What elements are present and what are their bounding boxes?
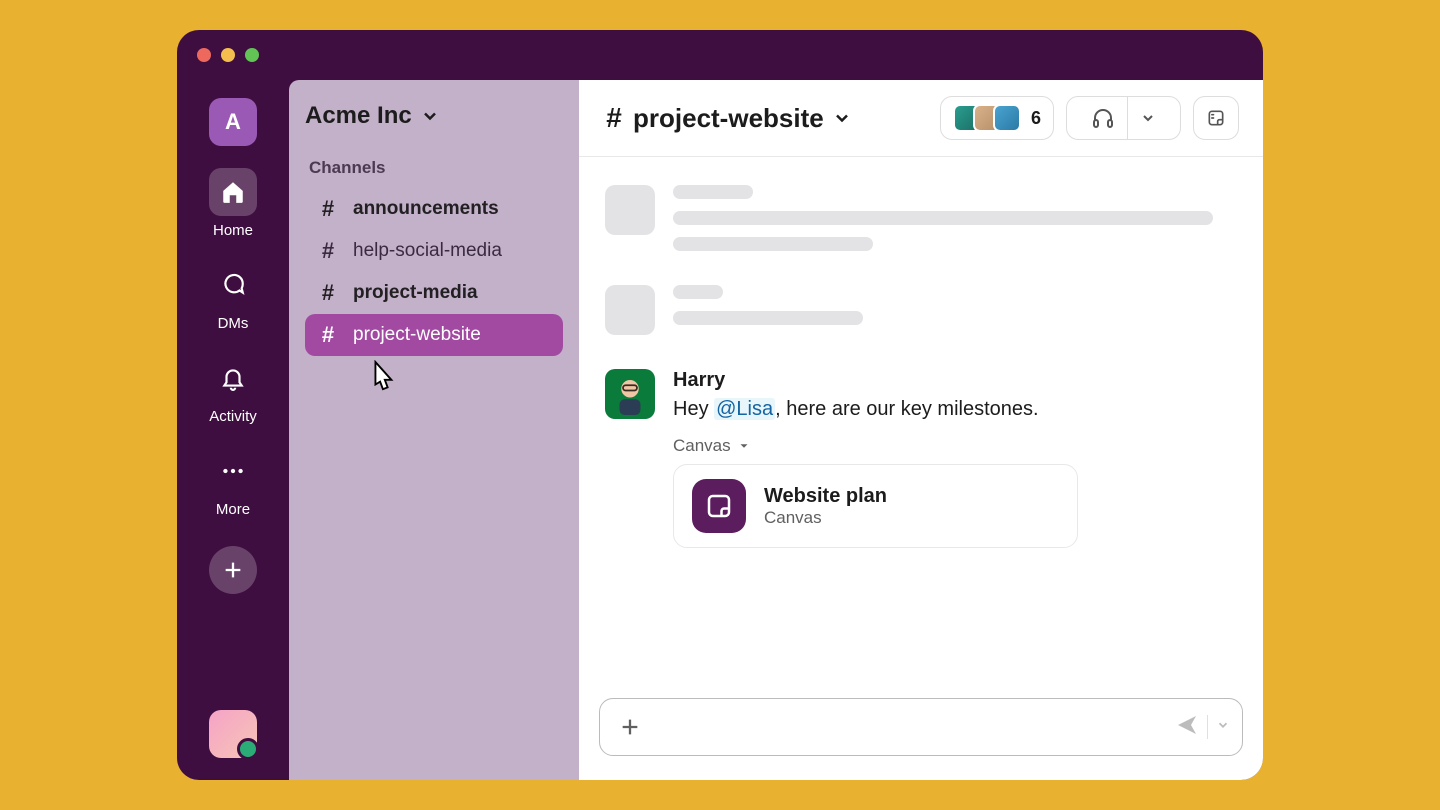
workspace-letter: A (225, 109, 241, 135)
message-text-suffix: , here are our key milestones. (775, 398, 1038, 420)
skeleton-line (673, 311, 863, 325)
plus-icon (619, 716, 641, 738)
minimize-window-button[interactable] (221, 48, 235, 62)
skeleton-line (673, 211, 1213, 225)
rail-label-home: Home (213, 222, 253, 239)
create-new-button[interactable] (209, 546, 257, 594)
channel-name: project-website (353, 324, 481, 346)
skeleton-line (673, 285, 723, 299)
message-text: Hey @Lisa, here are our key milestones. (673, 394, 1237, 424)
skeleton-line (673, 185, 753, 199)
canvas-attachment[interactable]: Website plan Canvas (673, 464, 1078, 548)
hash-icon: # (317, 196, 339, 222)
workspace-menu[interactable]: Acme Inc (305, 102, 563, 130)
chevron-down-icon (832, 108, 852, 128)
workspace-switcher[interactable]: A (209, 98, 257, 146)
composer-plus-button[interactable] (612, 709, 648, 745)
app-body: A Home DMs Activity (177, 80, 1263, 780)
skeleton-message (605, 285, 1237, 335)
maximize-window-button[interactable] (245, 48, 259, 62)
app-window: A Home DMs Activity (177, 30, 1263, 780)
skeleton-line (673, 237, 873, 251)
channel-header-name: project-website (633, 103, 824, 134)
message-text-prefix: Hey (673, 398, 714, 420)
member-avatars (953, 104, 1021, 132)
rail-item-home[interactable]: Home (209, 168, 257, 239)
cursor-icon (367, 360, 563, 399)
traffic-lights (197, 48, 259, 62)
close-window-button[interactable] (197, 48, 211, 62)
left-rail: A Home DMs Activity (177, 80, 289, 780)
separator (1207, 715, 1208, 739)
members-button[interactable]: 6 (940, 96, 1054, 140)
channel-sidebar: Acme Inc Channels # announcements # help… (289, 80, 579, 780)
rail-label-activity: Activity (209, 408, 257, 425)
message-list[interactable]: Harry Hey @Lisa, here are our key milest… (579, 157, 1263, 686)
send-icon (1175, 713, 1199, 737)
channel-project-media[interactable]: # project-media (305, 272, 563, 314)
canvas-icon (1206, 106, 1226, 130)
home-icon (209, 168, 257, 216)
rail-label-more: More (216, 501, 250, 518)
channel-help-social-media[interactable]: # help-social-media (305, 230, 563, 272)
channels-section-label: Channels (305, 158, 563, 178)
channel-project-website[interactable]: # project-website (305, 314, 563, 356)
chevron-down-icon (1216, 718, 1230, 732)
more-icon (209, 447, 257, 495)
headphones-icon (1079, 97, 1127, 139)
rail-item-dms[interactable]: DMs (209, 261, 257, 332)
member-avatar (993, 104, 1021, 132)
hash-icon: # (603, 102, 625, 134)
composer-area (579, 686, 1263, 780)
hash-icon: # (317, 322, 339, 348)
huddle-button[interactable] (1066, 96, 1181, 140)
user-avatar (209, 710, 257, 758)
canvas-title: Website plan (764, 485, 887, 508)
user-mention[interactable]: @Lisa (714, 398, 775, 420)
header-actions: 6 (940, 96, 1239, 140)
message: Harry Hey @Lisa, here are our key milest… (605, 369, 1237, 548)
panels: Acme Inc Channels # announcements # help… (289, 80, 1263, 780)
rail-item-more[interactable]: More (209, 447, 257, 518)
message-avatar[interactable] (605, 369, 655, 419)
attachment-type-label: Canvas (673, 436, 731, 456)
hash-icon: # (317, 238, 339, 264)
skeleton-avatar (605, 285, 655, 335)
canvas-file-icon (692, 479, 746, 533)
chevron-down-icon (420, 106, 440, 126)
attachment-label[interactable]: Canvas (673, 436, 1237, 456)
dms-icon (209, 261, 257, 309)
message-author[interactable]: Harry (673, 369, 1237, 392)
channel-name: help-social-media (353, 240, 502, 262)
send-options-button[interactable] (1216, 718, 1230, 737)
canvas-button[interactable] (1193, 96, 1239, 140)
canvas-subtitle: Canvas (764, 508, 887, 528)
send-button[interactable] (1175, 713, 1199, 742)
caret-down-icon (737, 439, 751, 453)
activity-icon (209, 354, 257, 402)
chevron-down-icon (1127, 97, 1168, 139)
channel-announcements[interactable]: # announcements (305, 188, 563, 230)
channel-header: # project-website 6 (579, 80, 1263, 157)
main-panel: # project-website 6 (579, 80, 1263, 780)
rail-label-dms: DMs (218, 315, 249, 332)
rail-user[interactable] (209, 710, 257, 758)
message-composer[interactable] (599, 698, 1243, 756)
skeleton-message (605, 185, 1237, 251)
member-count: 6 (1031, 108, 1041, 129)
titlebar (177, 30, 1263, 80)
hash-icon: # (317, 280, 339, 306)
workspace-name: Acme Inc (305, 102, 412, 130)
rail-item-activity[interactable]: Activity (209, 354, 257, 425)
channel-title-button[interactable]: # project-website (603, 102, 852, 134)
channel-name: project-media (353, 282, 478, 304)
skeleton-avatar (605, 185, 655, 235)
channel-name: announcements (353, 198, 499, 220)
